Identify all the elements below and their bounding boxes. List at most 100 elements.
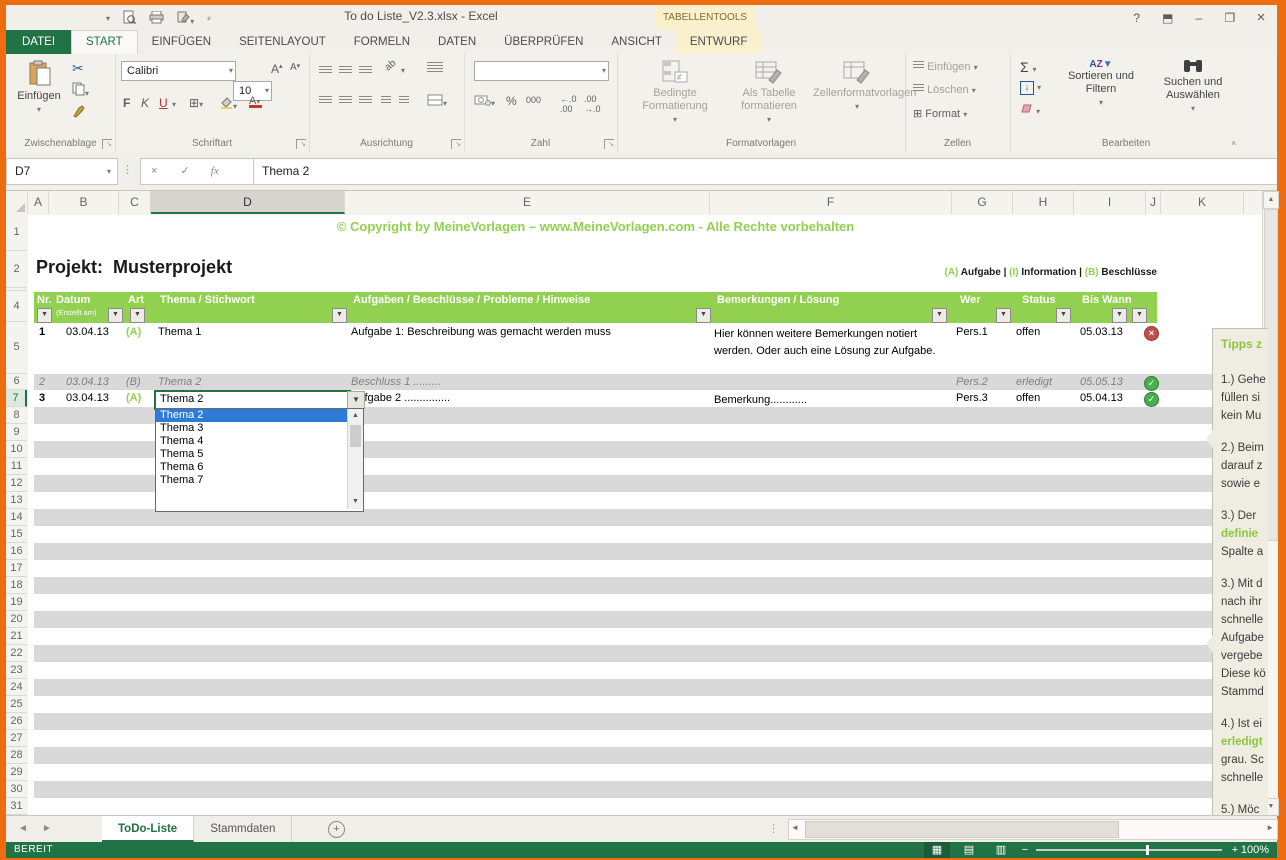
filter-status-icon[interactable]: ▼ bbox=[1056, 308, 1071, 323]
row-header-29[interactable]: 29 bbox=[6, 764, 27, 781]
cells-insert-button[interactable]: Einfügen ▾ bbox=[913, 61, 978, 73]
row-header-26[interactable]: 26 bbox=[6, 713, 27, 730]
filter-wer-icon[interactable]: ▼ bbox=[996, 308, 1011, 323]
minimize-button[interactable]: – bbox=[1185, 6, 1213, 31]
dropdown-option[interactable]: Thema 4 bbox=[156, 435, 348, 448]
align-top-icon[interactable] bbox=[319, 66, 332, 75]
grow-font-icon[interactable]: A▴ bbox=[271, 62, 283, 76]
zoom-slider-track[interactable] bbox=[1036, 849, 1222, 851]
green-check-icon[interactable]: ✓ bbox=[1144, 392, 1159, 407]
conditional-formatting-button[interactable]: ≠ Bedingte Formatierung ▾ bbox=[631, 60, 719, 125]
orientation-dropdown-icon[interactable]: ▾ bbox=[401, 66, 405, 75]
zoom-out-icon[interactable]: − bbox=[1018, 842, 1032, 858]
filter-art-icon[interactable]: ▼ bbox=[130, 308, 145, 323]
shrink-font-icon[interactable]: A▾ bbox=[290, 62, 300, 73]
paste-dropdown-icon[interactable]: ▾ bbox=[37, 105, 41, 114]
formula-input[interactable]: Thema 2 bbox=[254, 158, 1277, 185]
cell-thema[interactable]: Thema 2 bbox=[158, 376, 201, 388]
sheet-nav-left-icon[interactable]: ◄ bbox=[18, 823, 28, 834]
format-as-table-button[interactable]: Als Tabelle formatieren ▾ bbox=[729, 60, 809, 125]
currency-icon[interactable]: ▾ bbox=[474, 94, 495, 109]
row-header-18[interactable]: 18 bbox=[6, 577, 27, 594]
filter-datum-icon[interactable]: ▼ bbox=[108, 308, 123, 323]
page-layout-view-icon[interactable]: ▤ bbox=[956, 842, 982, 858]
filter-bis-wann-icon[interactable]: ▼ bbox=[1112, 308, 1127, 323]
row-header-24[interactable]: 24 bbox=[6, 679, 27, 696]
cell-bemerkung[interactable]: Hier können weitere Bemerkungen notiert … bbox=[714, 326, 952, 360]
row-header-19[interactable]: 19 bbox=[6, 594, 27, 611]
cell-nr[interactable]: 2 bbox=[39, 376, 45, 388]
column-header-k[interactable]: K bbox=[1161, 191, 1244, 214]
dropdown-option[interactable]: Thema 6 bbox=[156, 461, 348, 474]
merge-center-icon[interactable]: ▾ bbox=[427, 94, 447, 109]
dropdown-scroll-up-icon[interactable]: ▲ bbox=[348, 409, 363, 423]
select-all-corner[interactable] bbox=[6, 191, 28, 214]
ribbon-display-button[interactable]: ⬒ bbox=[1154, 6, 1182, 31]
row-header-21[interactable]: 21 bbox=[6, 628, 27, 645]
row-header-28[interactable]: 28 bbox=[6, 747, 27, 764]
align-bottom-icon[interactable] bbox=[359, 66, 372, 75]
dropdown-option[interactable]: Thema 2 bbox=[156, 409, 348, 422]
increase-decimal-icon[interactable]: ←.0.00 bbox=[560, 94, 577, 114]
align-middle-icon[interactable] bbox=[339, 66, 352, 75]
clipboard-dialog-launcher-icon[interactable]: ↘ bbox=[102, 139, 112, 149]
help-button[interactable]: ? bbox=[1123, 6, 1151, 31]
orientation-icon[interactable]: ab bbox=[383, 58, 399, 74]
row-header-7[interactable]: 7 bbox=[6, 390, 27, 407]
align-center-icon[interactable] bbox=[339, 96, 352, 105]
number-dialog-launcher-icon[interactable]: ↘ bbox=[604, 139, 614, 149]
restore-button[interactable]: ❐ bbox=[1216, 6, 1244, 31]
column-header-i[interactable]: I bbox=[1074, 191, 1146, 214]
bold-button[interactable]: F bbox=[123, 96, 130, 110]
cell-art[interactable]: (A) bbox=[126, 326, 141, 338]
ribbon-tab-start[interactable]: START bbox=[71, 30, 138, 55]
zoom-slider-thumb[interactable] bbox=[1146, 845, 1149, 855]
percent-style-button[interactable]: % bbox=[506, 94, 517, 108]
insert-function-icon[interactable]: fx bbox=[203, 165, 227, 177]
alignment-dialog-launcher-icon[interactable]: ↘ bbox=[451, 139, 461, 149]
sort-filter-button[interactable]: AZ▼ Sortieren und Filtern ▾ bbox=[1058, 58, 1144, 108]
cell-wer[interactable]: Pers.2 bbox=[956, 376, 988, 388]
row-header-25[interactable]: 25 bbox=[6, 696, 27, 713]
cells-format-button[interactable]: ⊞ Format ▾ bbox=[913, 107, 967, 120]
cell-bemerkung[interactable]: Bemerkung............ bbox=[714, 392, 952, 409]
conditional-formatting-dropdown-icon[interactable]: ▾ bbox=[673, 115, 677, 124]
column-header-c[interactable]: C bbox=[119, 191, 151, 214]
cells-delete-button[interactable]: Löschen ▾ bbox=[913, 84, 976, 96]
row-header-31[interactable]: 31 bbox=[6, 798, 27, 815]
cell-aufgabe[interactable]: Aufgabe 1: Beschreibung was gemacht werd… bbox=[351, 326, 611, 338]
row-header-27[interactable]: 27 bbox=[6, 730, 27, 747]
cell-nr[interactable]: 3 bbox=[39, 392, 45, 404]
row-header-30[interactable]: 30 bbox=[6, 781, 27, 798]
dropdown-option[interactable]: Thema 3 bbox=[156, 422, 348, 435]
wrap-text-icon[interactable] bbox=[427, 62, 443, 76]
tabbar-splitter[interactable]: ⋮ bbox=[768, 822, 779, 835]
close-button[interactable]: × bbox=[1247, 5, 1275, 30]
column-header-e[interactable]: E bbox=[345, 191, 710, 214]
filter-aufgaben-icon[interactable]: ▼ bbox=[696, 308, 711, 323]
filter-nr-icon[interactable]: ▼ bbox=[37, 308, 52, 323]
green-check-icon[interactable]: ✓ bbox=[1144, 376, 1159, 391]
cell-wer[interactable]: Pers.3 bbox=[956, 392, 988, 404]
dropdown-button-icon[interactable]: ▼ bbox=[347, 391, 365, 409]
name-box[interactable]: D7▾ bbox=[6, 158, 118, 185]
ribbon-tab-seitenlayout[interactable]: SEITENLAYOUT bbox=[225, 30, 340, 54]
dropdown-scrollbar[interactable]: ▲ ▼ bbox=[347, 409, 363, 509]
column-header-f[interactable]: F bbox=[710, 191, 952, 214]
column-header-h[interactable]: H bbox=[1013, 191, 1074, 214]
hscroll-right-icon[interactable]: ► bbox=[1266, 823, 1274, 832]
horizontal-scrollbar[interactable]: ◄ ► bbox=[788, 819, 1278, 840]
cell-status[interactable]: offen bbox=[1016, 392, 1040, 404]
red-x-icon[interactable]: × bbox=[1144, 326, 1159, 341]
underline-button[interactable]: U bbox=[159, 96, 168, 110]
comma-style-button[interactable]: 000 bbox=[526, 95, 541, 105]
cell-aufgabe[interactable]: Aufgabe 2 ............... bbox=[351, 392, 450, 404]
format-painter-small-icon[interactable] bbox=[72, 104, 86, 121]
row-header-23[interactable]: 23 bbox=[6, 662, 27, 679]
column-header-g[interactable]: G bbox=[952, 191, 1013, 214]
decrease-decimal-icon[interactable]: .00→.0 bbox=[584, 94, 601, 114]
ribbon-tab-formeln[interactable]: FORMELN bbox=[340, 30, 424, 54]
row-header-14[interactable]: 14 bbox=[6, 509, 27, 526]
sort-filter-dropdown-icon[interactable]: ▾ bbox=[1099, 98, 1103, 107]
cell-datum[interactable]: 03.04.13 bbox=[66, 376, 109, 388]
